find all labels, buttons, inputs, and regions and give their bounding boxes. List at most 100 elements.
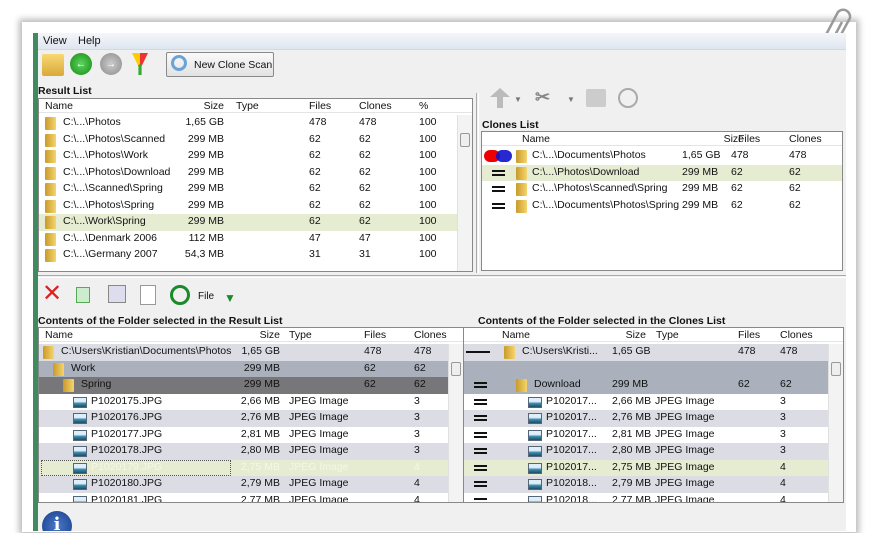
table-row[interactable]: P102018... 2,77 MB JPEG Image 4 xyxy=(464,493,830,503)
cell: 47 xyxy=(359,231,371,244)
chevron-down-icon[interactable]: ▼ xyxy=(224,291,236,305)
cell: C:\...\Documents\Photos xyxy=(532,149,646,161)
table-row[interactable]: C:\...\Documents\Photos 1,65 GB 478 478 xyxy=(482,148,842,165)
forward-icon[interactable]: → xyxy=(100,53,122,75)
cell: 62 xyxy=(731,165,743,178)
cell: 478 xyxy=(364,345,382,357)
cell: 2,75 MB xyxy=(240,460,280,473)
table-row[interactable]: C:\...\Documents\Photos\Spring 299 MB 62 62 xyxy=(482,198,842,215)
folder-icon xyxy=(516,166,527,180)
menu-help[interactable]: Help xyxy=(78,35,101,47)
table-row[interactable]: C:\...\Photos\Download 299 MB 62 62 100 xyxy=(39,165,472,182)
table-row[interactable]: C:\...\Photos\Spring 299 MB 62 62 100 xyxy=(39,198,472,215)
image-file-icon xyxy=(73,429,87,441)
scrollbar-thumb[interactable] xyxy=(460,133,470,147)
scrollbar[interactable] xyxy=(457,115,472,271)
table-row[interactable]: C:\Users\Kristian\Documents\Photos 1,65 G… xyxy=(39,344,463,361)
cell: 62 xyxy=(309,198,321,211)
right-contents-title: Contents of the Folder selected in the C… xyxy=(478,315,726,327)
table-row[interactable]: P1020181.JPG 2,77 MB JPEG Image 4 xyxy=(39,493,463,502)
splitter[interactable] xyxy=(38,275,846,278)
cell: 478 xyxy=(731,149,749,161)
scissors-icon[interactable]: ✂ xyxy=(535,87,550,108)
table-row[interactable]: P1020175.JPG 2,66 MB JPEG Image 3 xyxy=(39,394,463,411)
dropdown-arrow-icon[interactable]: ▼ xyxy=(567,95,575,104)
preview-icon[interactable] xyxy=(140,285,156,305)
table-row[interactable]: Download 299 MB 62 62 xyxy=(464,377,830,394)
table-row[interactable]: P1020179.JPG 2,75 MB JPEG Image 4 xyxy=(39,459,463,476)
open-folder-icon[interactable] xyxy=(42,54,64,76)
equal-icon xyxy=(492,186,505,192)
table-row[interactable]: P102017... 2,75 MB JPEG Image 4 xyxy=(464,459,830,476)
equal-icon xyxy=(474,481,487,487)
delete-icon[interactable]: ✕ xyxy=(42,282,62,306)
cell: 62 xyxy=(309,182,321,194)
dropdown-arrow-icon[interactable]: ▼ xyxy=(514,95,522,104)
table-row[interactable]: C:\...\Work\Spring 299 MB 62 62 100 xyxy=(39,214,472,231)
column-header: Type xyxy=(289,329,312,341)
image-file-icon xyxy=(73,396,87,408)
table-row[interactable]: C:\...\Germany 2007 54,3 MB 31 31 100 xyxy=(39,247,472,264)
table-row[interactable]: C:\Users\Kristi... 1,65 GB 478 478 xyxy=(464,344,830,361)
table-row[interactable]: P1020178.JPG 2,80 MB JPEG Image 3 xyxy=(39,443,463,460)
cell: 2,76 MB xyxy=(612,411,652,423)
move-up-icon[interactable] xyxy=(490,88,510,108)
move-folder-icon[interactable] xyxy=(586,89,606,107)
scrollbar-thumb[interactable] xyxy=(831,362,841,376)
filter-icon[interactable] xyxy=(132,53,148,75)
table-row[interactable] xyxy=(464,360,830,377)
table-row[interactable]: P1020177.JPG 2,81 MB JPEG Image 3 xyxy=(39,427,463,444)
cell: C:\...\Photos\Download xyxy=(532,165,640,178)
cell: 62 xyxy=(359,215,371,227)
scrollbar-thumb[interactable] xyxy=(451,362,461,376)
table-row[interactable]: P102017... 2,76 MB JPEG Image 3 xyxy=(464,410,830,427)
table-row[interactable]: P102017... 2,80 MB JPEG Image 3 xyxy=(464,443,830,460)
table-row[interactable]: C:\...\Photos 1,65 GB 478 478 100 xyxy=(39,115,472,132)
column-header: Files xyxy=(738,329,761,341)
table-row[interactable]: C:\...\Scanned\Spring 299 MB 62 62 100 xyxy=(39,181,472,198)
table-row[interactable]: Spring 299 MB 62 62 xyxy=(39,377,463,394)
image-file-icon xyxy=(528,462,542,474)
cell: 299 MB xyxy=(187,132,224,145)
cell: 4 xyxy=(414,477,420,489)
move-file-icon[interactable] xyxy=(76,287,90,303)
scrollbar[interactable] xyxy=(448,344,463,502)
cell: C:\...\Photos\Spring xyxy=(63,198,155,211)
table-row[interactable]: P102017... 2,81 MB JPEG Image 3 xyxy=(464,427,830,444)
folder-icon xyxy=(45,232,56,246)
target-icon[interactable] xyxy=(170,285,190,305)
vertical-splitter[interactable] xyxy=(476,93,479,273)
table-row[interactable]: P102017... 2,66 MB JPEG Image 3 xyxy=(464,394,830,411)
overlap-blue-icon xyxy=(496,150,512,162)
new-clone-scan-button[interactable]: New Clone Scan xyxy=(166,52,274,77)
image-file-icon xyxy=(73,479,87,490)
file-menu-label[interactable]: File xyxy=(198,291,214,302)
cell: P102017... xyxy=(546,394,597,407)
table-row[interactable]: Work 299 MB 62 62 xyxy=(39,360,463,377)
column-header: Name xyxy=(45,100,74,112)
table-row[interactable]: C:\...\Denmark 2006 112 MB 47 47 100 xyxy=(39,231,472,248)
scrollbar[interactable] xyxy=(828,344,843,502)
cell: JPEG Image xyxy=(655,477,715,489)
table-row[interactable]: P1020180.JPG 2,79 MB JPEG Image 4 xyxy=(39,476,463,493)
table-row[interactable]: C:\...\Photos\Download 299 MB 62 62 xyxy=(482,164,842,181)
image-file-icon xyxy=(73,446,87,457)
copy-file-icon[interactable] xyxy=(108,285,126,303)
equal-icon xyxy=(474,464,487,471)
back-icon[interactable]: ← xyxy=(70,53,92,75)
cell: 47 xyxy=(309,231,321,244)
table-row[interactable]: C:\...\Photos\Scanned\Spring 299 MB 62 62 xyxy=(482,181,842,198)
column-header: Files xyxy=(738,133,761,145)
image-file-icon xyxy=(73,495,87,502)
cell: 299 MB xyxy=(187,165,224,178)
table-row[interactable]: C:\...\Photos\Work 299 MB 62 62 100 xyxy=(39,148,472,165)
cell: 2,81 MB xyxy=(612,427,652,440)
cell: 2,77 MB xyxy=(612,493,652,503)
column-header: Clones xyxy=(789,133,822,145)
info-icon[interactable]: i xyxy=(42,511,72,531)
table-row[interactable]: P1020176.JPG 2,76 MB JPEG Image 3 xyxy=(39,410,463,427)
menu-view[interactable]: View xyxy=(43,35,67,47)
table-row[interactable]: C:\...\Photos\Scanned 299 MB 62 62 100 xyxy=(39,132,472,149)
table-row[interactable]: P102018... 2,79 MB JPEG Image 4 xyxy=(464,476,830,493)
target-icon[interactable] xyxy=(618,88,638,108)
